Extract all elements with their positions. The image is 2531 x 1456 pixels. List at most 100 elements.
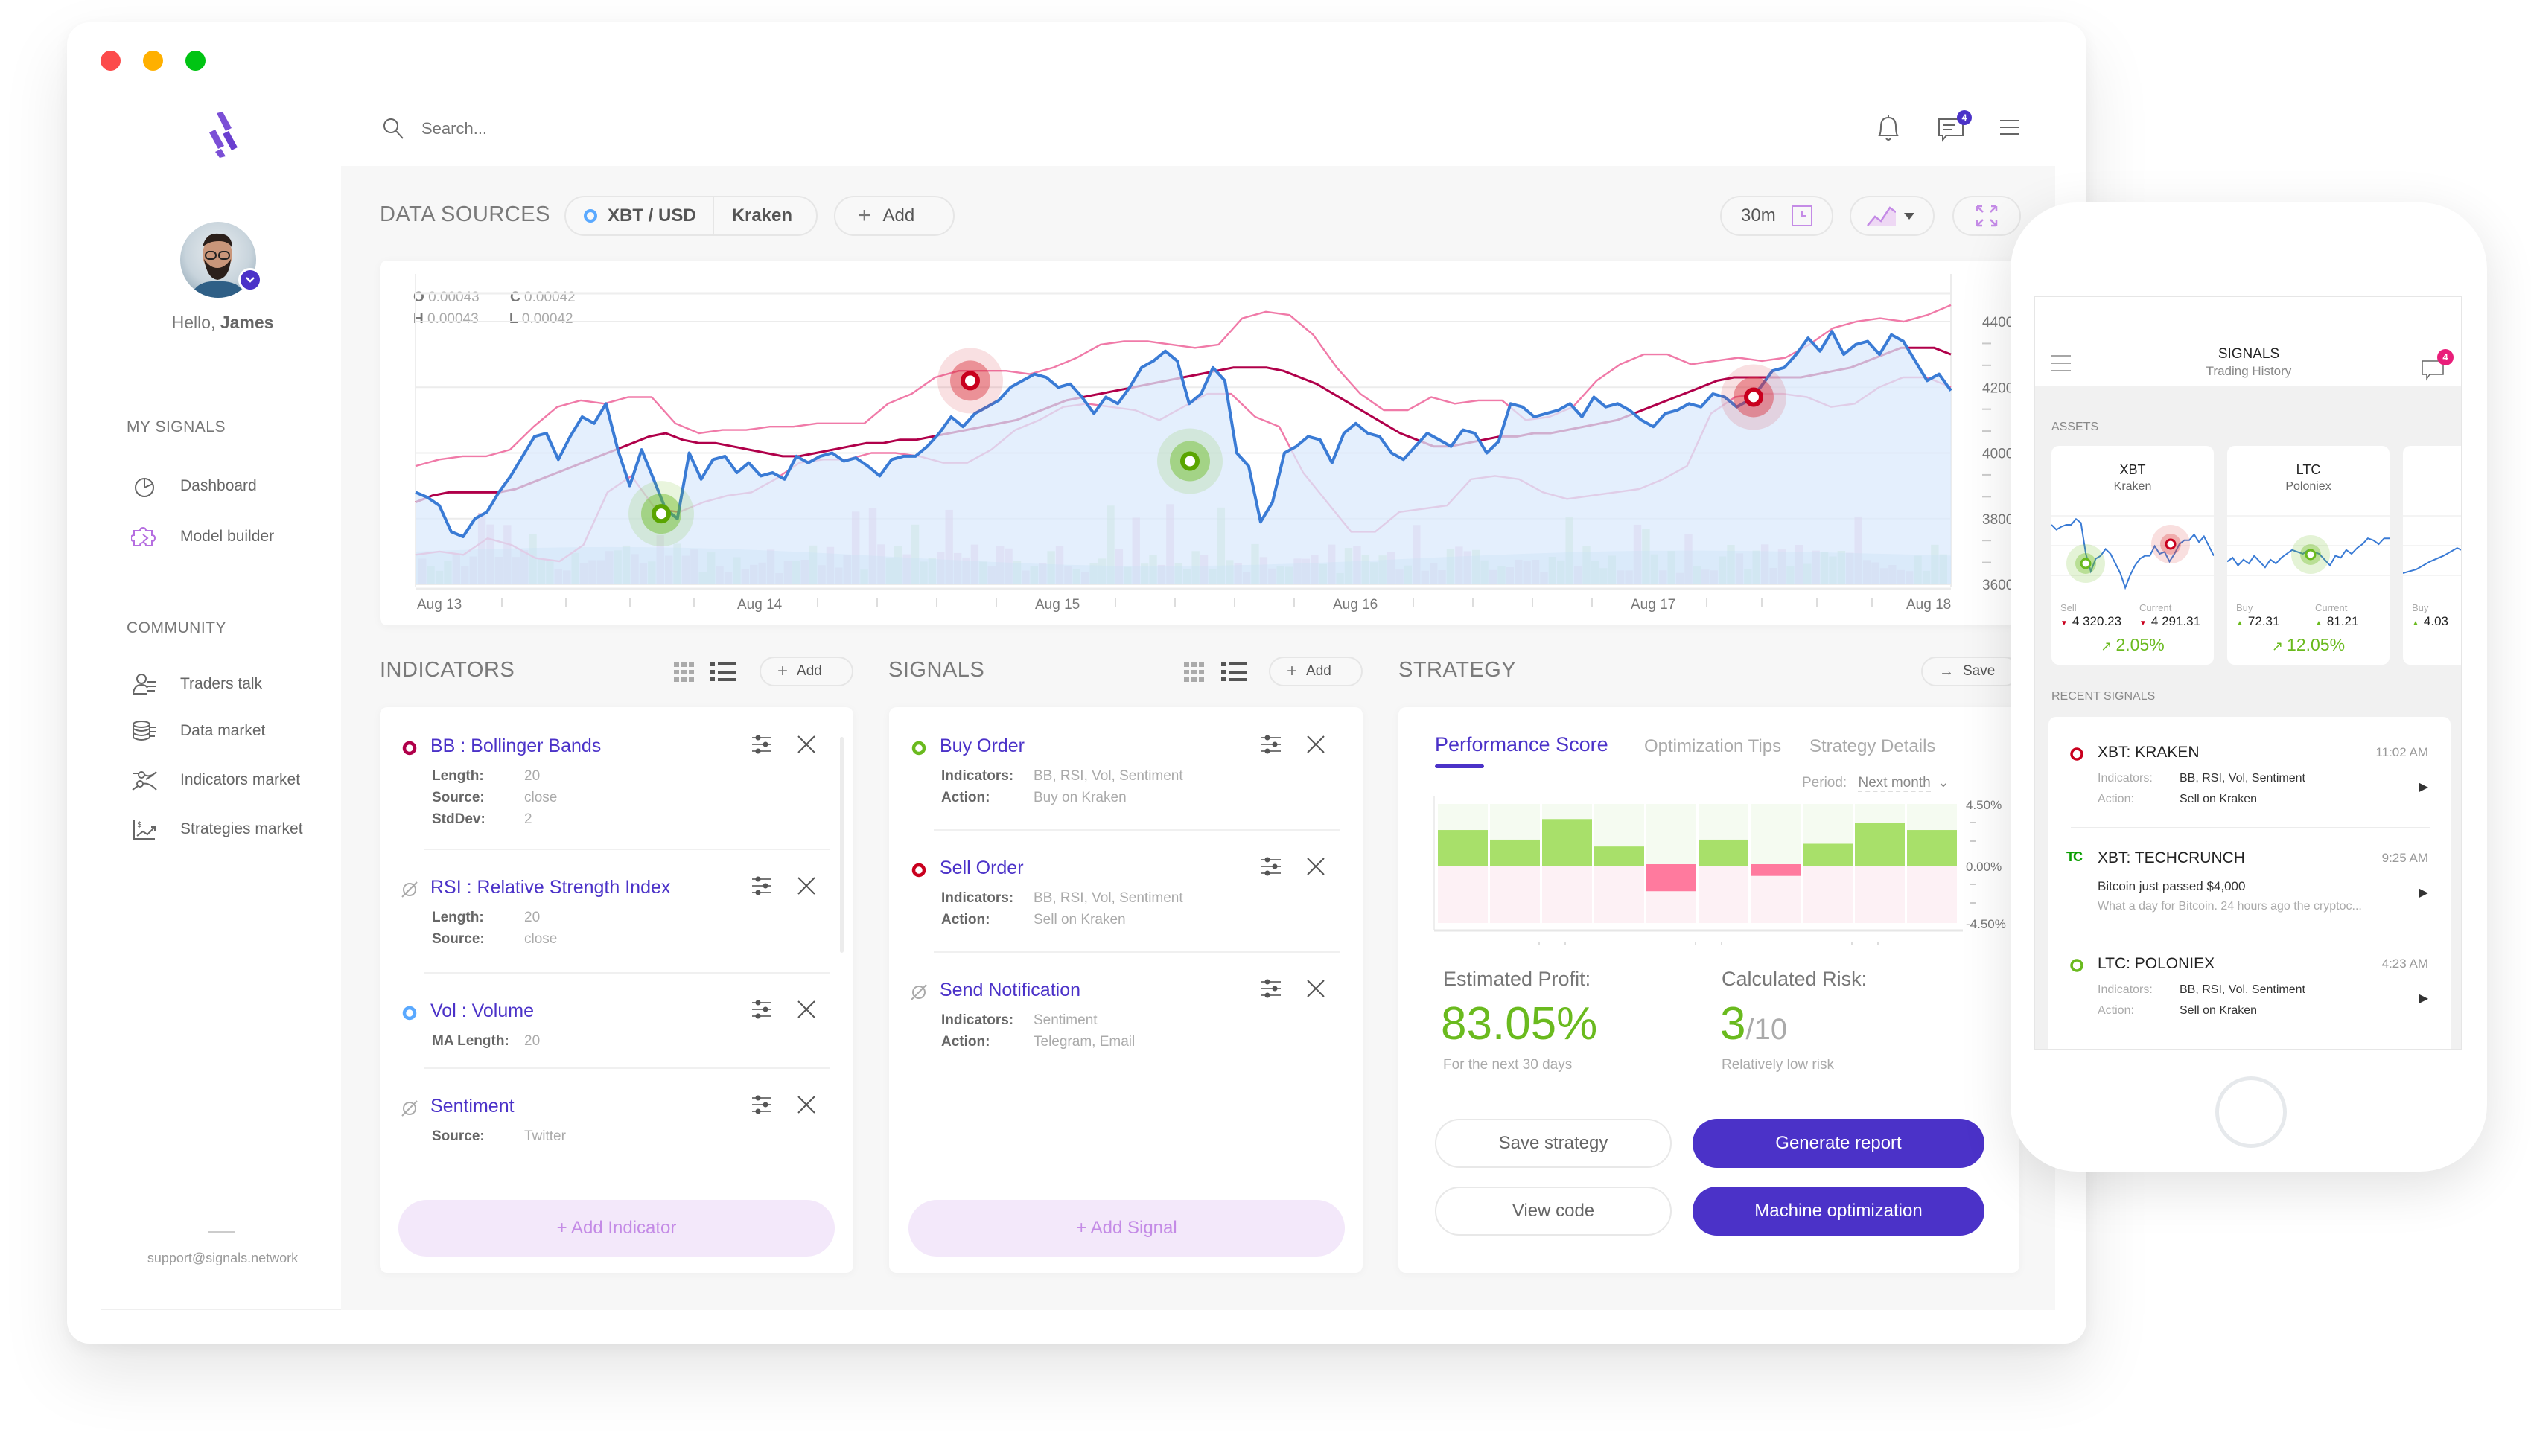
status-ring-icon[interactable]	[399, 738, 420, 759]
add-data-source-button[interactable]: + Add	[834, 196, 955, 236]
plus-icon: +	[1287, 661, 1298, 681]
interval-selector[interactable]: 30m	[1720, 196, 1833, 236]
status-ring-icon[interactable]	[399, 1003, 420, 1024]
recent-signal-row[interactable]: LTC: POLONIEX 4:23 AM Indicators: BB, RSI, …	[2048, 940, 2451, 1044]
close-icon[interactable]	[1306, 735, 1325, 754]
settings-sliders-icon[interactable]	[751, 999, 773, 1020]
sell-signal-marker[interactable]	[961, 371, 980, 391]
save-strategy-button[interactable]: Save strategy	[1435, 1119, 1672, 1168]
chevron-right-icon[interactable]: ▶	[2419, 885, 2428, 900]
signal-item-title[interactable]: Buy Order	[940, 735, 1025, 757]
price-chart[interactable]: 4400 4200 4000 3800 3600 Aug 13 Aug 14 Aug 15 Au…	[380, 261, 2019, 625]
buy-signal-marker[interactable]	[652, 504, 671, 524]
buy-marker[interactable]	[2305, 549, 2317, 561]
add-indicator-big-button[interactable]: + Add Indicator	[398, 1200, 835, 1257]
grid-view-icon[interactable]	[1184, 662, 1205, 682]
close-icon[interactable]	[797, 735, 816, 754]
indicator-item-title[interactable]: RSI : Relative Strength Index	[430, 877, 670, 898]
buy-marker[interactable]	[2080, 558, 2092, 569]
x-tick-label: Aug 18	[1906, 597, 1951, 613]
sidebar-item-data-market[interactable]: Data market	[131, 716, 325, 746]
signal-item-title[interactable]: Sell Order	[940, 858, 1024, 879]
grid-view-icon[interactable]	[674, 662, 695, 682]
list-view-icon[interactable]	[710, 662, 736, 682]
asset-card[interactable]: Buy ▲ 4.03 ↗ 8	[2403, 446, 2461, 665]
avatar-menu-button[interactable]	[238, 268, 262, 292]
list-view-icon[interactable]	[1221, 662, 1247, 682]
status-ring-icon[interactable]	[908, 738, 929, 759]
window-maximize-button[interactable]	[185, 51, 206, 71]
chevron-right-icon[interactable]: ▶	[2419, 779, 2428, 794]
recent-signal-row[interactable]: TC XBT: TECHCRUNCH 9:25 AM Bitcoin just pas…	[2048, 834, 2451, 939]
sidebar-item-traders-talk[interactable]: Traders talk	[131, 669, 325, 699]
settings-sliders-icon[interactable]	[1260, 856, 1282, 877]
save-strategy-top-button[interactable]: → Save	[1921, 657, 2019, 686]
signal-item-title[interactable]: Send Notification	[940, 980, 1080, 1001]
machine-optimization-button[interactable]: Machine optimization	[1693, 1187, 1984, 1236]
close-icon[interactable]	[797, 876, 816, 895]
sidebar-item-strategies-market[interactable]: $ Strategies market	[131, 814, 325, 844]
param-value: 2	[524, 811, 532, 827]
indicators-scrollbar[interactable]	[840, 737, 844, 953]
recent-signal-key: Action:	[2098, 1004, 2134, 1017]
settings-sliders-icon[interactable]	[751, 875, 773, 896]
disabled-icon[interactable]	[908, 982, 929, 1003]
asset-symbol: XBT	[2119, 462, 2146, 477]
close-icon[interactable]	[1306, 857, 1325, 876]
buy-ring-icon	[2070, 959, 2083, 972]
user-name: James	[220, 313, 274, 332]
chevron-right-icon[interactable]: ▶	[2419, 991, 2428, 1006]
indicator-param: Source: close	[432, 787, 557, 808]
home-button[interactable]	[2215, 1076, 2287, 1148]
generate-report-button[interactable]: Generate report	[1693, 1119, 1984, 1168]
tab-strategy-details[interactable]: Strategy Details	[1809, 736, 1935, 757]
add-indicator-button[interactable]: + Add	[760, 657, 853, 686]
settings-sliders-icon[interactable]	[751, 1094, 773, 1115]
buy-signal-marker[interactable]	[1180, 451, 1200, 471]
tab-optimization-tips[interactable]: Optimization Tips	[1644, 736, 1781, 757]
indicator-item-title[interactable]: BB : Bollinger Bands	[430, 735, 601, 757]
search-input[interactable]	[421, 115, 943, 142]
sidebar-item-model-builder[interactable]: Model builder	[131, 522, 325, 552]
asset-card[interactable]: LTC Poloniex Buy ▲ 72.31 Current ▲ 81.21 ↗ 12.05…	[2227, 446, 2390, 665]
greeting-prefix: Hello,	[171, 313, 220, 332]
chart-type-dropdown[interactable]	[1850, 196, 1935, 236]
disabled-icon[interactable]	[399, 1098, 420, 1119]
sidebar-item-indicators-market[interactable]: Indicators market	[131, 765, 325, 795]
window-close-button[interactable]	[101, 51, 121, 71]
app-logo[interactable]	[205, 112, 241, 158]
settings-sliders-icon[interactable]	[751, 734, 773, 755]
perf-bg-positive	[1646, 804, 1696, 866]
add-signal-button[interactable]: + Add	[1269, 657, 1363, 686]
status-ring-icon[interactable]	[908, 860, 929, 881]
close-icon[interactable]	[797, 1000, 816, 1019]
recent-signal-title: XBT: TECHCRUNCH	[2098, 849, 2245, 866]
status-dot-icon	[584, 209, 597, 223]
support-email[interactable]: support@signals.network	[104, 1251, 341, 1266]
fullscreen-button[interactable]	[1952, 196, 2021, 236]
sell-marker[interactable]	[2165, 538, 2177, 550]
recent-signal-row[interactable]: XBT: KRAKEN 11:02 AM Indicators: BB, RSI, V…	[2048, 729, 2451, 833]
asset-symbol: LTC	[2296, 462, 2321, 477]
disabled-icon[interactable]	[399, 879, 420, 900]
indicator-item-title[interactable]: Vol : Volume	[430, 1000, 534, 1022]
notifications-button[interactable]	[1873, 112, 1903, 144]
tab-performance-score[interactable]: Performance Score	[1435, 733, 1608, 756]
sidebar-item-dashboard[interactable]: Dashboard	[131, 471, 325, 501]
settings-sliders-icon[interactable]	[1260, 978, 1282, 999]
triangle-up-icon: ▲	[2315, 619, 2323, 628]
view-code-button[interactable]: View code	[1435, 1187, 1672, 1236]
window-minimize-button[interactable]	[143, 51, 163, 71]
users-icon	[133, 674, 156, 695]
svg-text:$: $	[137, 820, 142, 829]
data-source-pill[interactable]: XBT / USD Kraken	[564, 196, 818, 236]
indicator-item-title[interactable]: Sentiment	[430, 1096, 515, 1117]
close-icon[interactable]	[1306, 979, 1325, 998]
close-icon[interactable]	[797, 1095, 816, 1114]
asset-card[interactable]: XBT Kraken Sell ▼ 4 320.23 Current ▼ 4 291.31 ↗ …	[2051, 446, 2214, 665]
menu-button[interactable]	[1999, 118, 2021, 137]
search-icon	[383, 118, 404, 139]
sell-signal-marker[interactable]	[1744, 387, 1763, 407]
settings-sliders-icon[interactable]	[1260, 734, 1282, 755]
add-signal-big-button[interactable]: + Add Signal	[908, 1200, 1345, 1257]
